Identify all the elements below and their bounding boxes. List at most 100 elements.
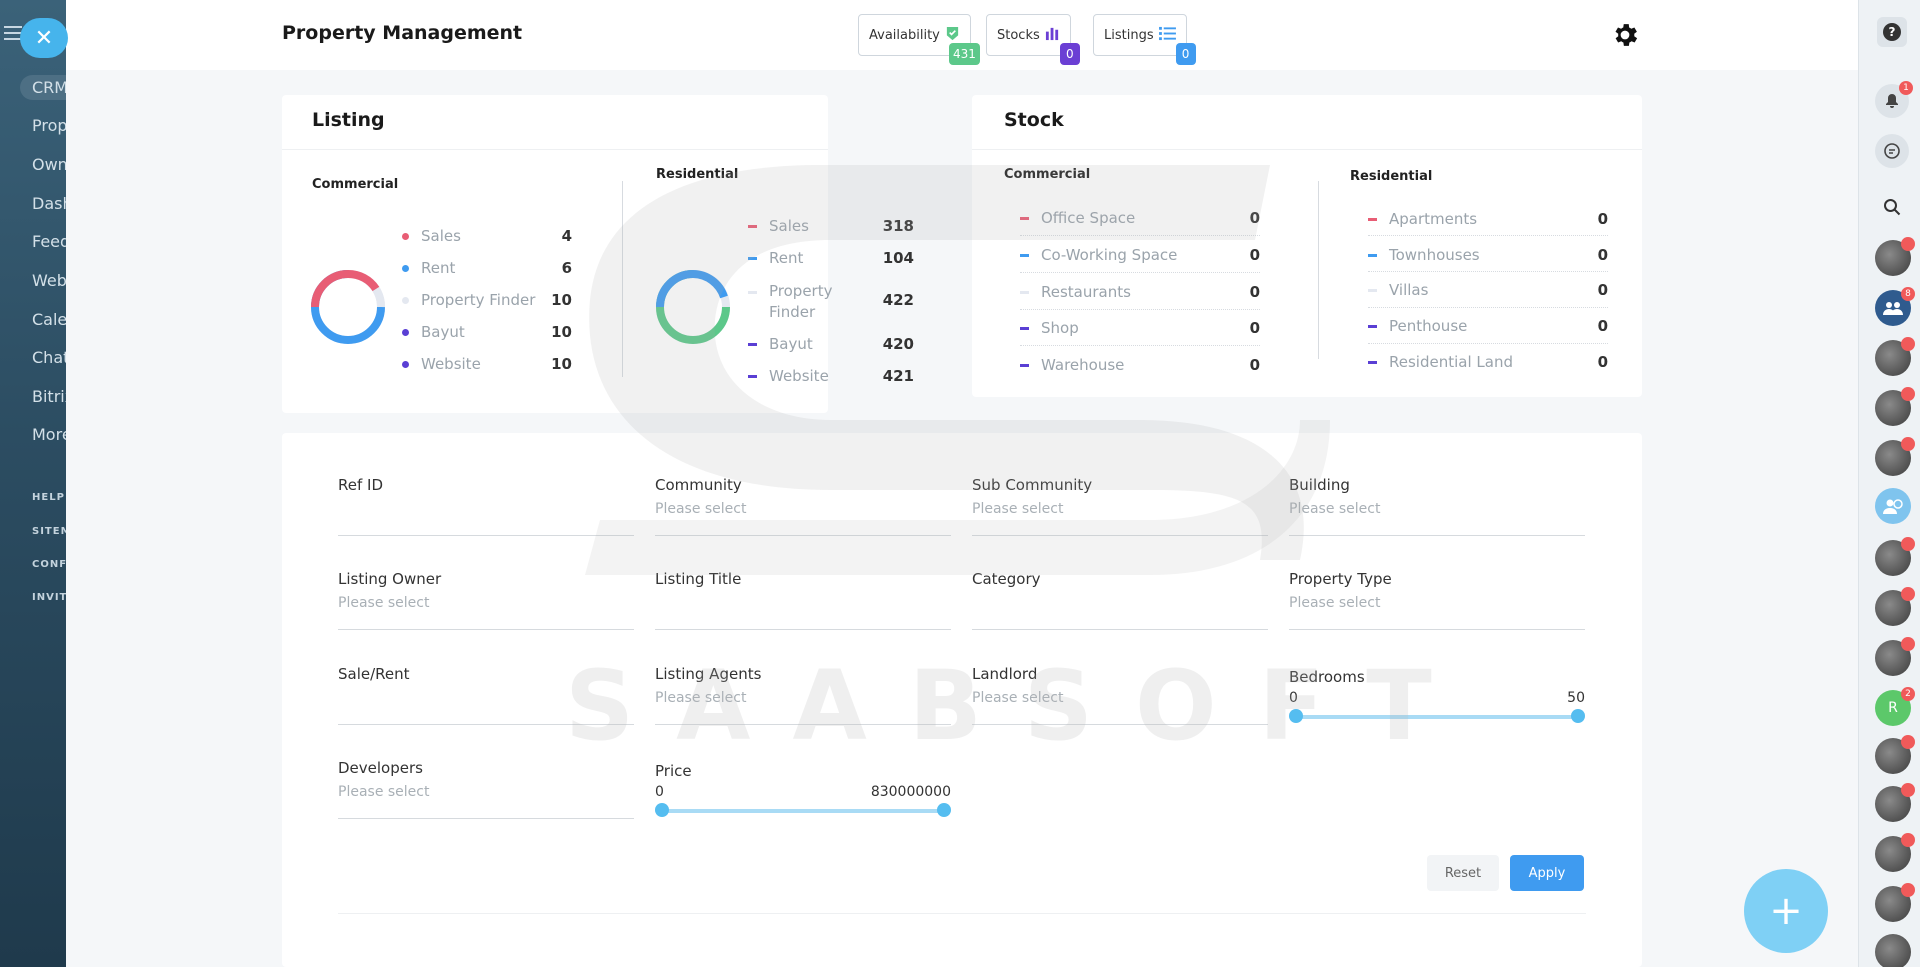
sidebar-item-web[interactable]: Web bbox=[32, 271, 66, 290]
property-type-field[interactable]: Property Type Please select bbox=[1289, 570, 1585, 630]
avatar[interactable] bbox=[1875, 783, 1915, 822]
listing-owner-field[interactable]: Listing Owner Please select bbox=[338, 570, 634, 630]
legend-dash bbox=[1368, 217, 1377, 221]
bedrooms-max-handle[interactable] bbox=[1571, 709, 1585, 723]
price-max: 830000000 bbox=[870, 784, 951, 800]
listings-button[interactable]: Listings 0 bbox=[1093, 14, 1196, 65]
avatar[interactable] bbox=[1875, 337, 1915, 376]
notification-badge: 1 bbox=[1899, 81, 1913, 95]
developers-field[interactable]: Developers Please select bbox=[338, 759, 634, 819]
listing-commercial-title: Commercial bbox=[312, 177, 399, 192]
sale-rent-field[interactable]: Sale/Rent bbox=[338, 665, 634, 725]
legend-dash bbox=[1020, 363, 1029, 367]
notifications-button[interactable]: 1 bbox=[1875, 81, 1913, 118]
add-button[interactable]: + bbox=[1744, 869, 1828, 953]
sidebar-item-more[interactable]: More bbox=[32, 425, 66, 444]
sidebar-item-calendar[interactable]: Cale bbox=[32, 310, 66, 329]
legend-dot bbox=[402, 328, 409, 336]
price-track[interactable] bbox=[659, 809, 947, 813]
sidebar-item-bitrix[interactable]: Bitrix bbox=[32, 387, 66, 406]
listing-residential-item: Website 421 bbox=[748, 367, 918, 385]
legend-dot bbox=[402, 264, 409, 272]
chat-search-button[interactable] bbox=[1875, 134, 1909, 168]
avatar[interactable] bbox=[1875, 237, 1915, 276]
reset-button[interactable]: Reset bbox=[1427, 855, 1499, 891]
legend-dash bbox=[1368, 288, 1377, 292]
legend-dash bbox=[748, 291, 757, 294]
avatar-r[interactable]: R 2 bbox=[1875, 687, 1915, 726]
sidebar-invite[interactable]: INVIT bbox=[32, 592, 66, 603]
bedrooms-track[interactable] bbox=[1293, 715, 1581, 719]
community-field[interactable]: Community Please select bbox=[655, 476, 951, 536]
avatar-badge bbox=[1901, 833, 1915, 847]
sidebar-item-dashboard[interactable]: Dash bbox=[32, 194, 66, 213]
avatar[interactable] bbox=[1875, 735, 1915, 774]
listing-agents-field[interactable]: Listing Agents Please select bbox=[655, 665, 951, 725]
listing-commercial-item: Property Finder 10 bbox=[402, 291, 572, 309]
sidebar-configure[interactable]: CONF bbox=[32, 559, 66, 570]
price-max-handle[interactable] bbox=[937, 803, 951, 817]
top-bar: Property Management Availability 431 Sto… bbox=[66, 0, 1858, 70]
ref-id-field[interactable]: Ref ID bbox=[338, 476, 634, 536]
apply-button[interactable]: Apply bbox=[1510, 855, 1584, 891]
avatar-badge bbox=[1901, 735, 1915, 749]
landlord-field[interactable]: Landlord Please select bbox=[972, 665, 1268, 725]
avatar[interactable] bbox=[1875, 934, 1911, 967]
divider bbox=[1368, 235, 1608, 236]
sidebar-help[interactable]: HELP bbox=[32, 492, 65, 503]
listing-commercial-item: Rent 6 bbox=[402, 259, 572, 277]
plus-icon: + bbox=[1769, 888, 1803, 934]
group-chat-avatar[interactable]: 8 bbox=[1875, 287, 1915, 326]
bedrooms-min-handle[interactable] bbox=[1289, 709, 1303, 723]
divider bbox=[1368, 307, 1608, 308]
legend-dash bbox=[748, 374, 757, 378]
category-field[interactable]: Category bbox=[972, 570, 1268, 630]
bedrooms-max: 50 bbox=[1567, 690, 1585, 706]
listing-commercial-donut bbox=[311, 269, 385, 344]
close-icon: ✕ bbox=[34, 25, 54, 51]
stocks-badge: 0 bbox=[1059, 43, 1080, 65]
group-badge: 8 bbox=[1901, 287, 1915, 301]
avatar[interactable] bbox=[1875, 637, 1915, 676]
avatar-badge bbox=[1901, 883, 1915, 897]
stocks-label: Stocks bbox=[997, 27, 1040, 43]
legend-dash bbox=[748, 342, 757, 346]
search-button[interactable] bbox=[1875, 190, 1909, 224]
contact-avatar[interactable] bbox=[1875, 488, 1911, 524]
divider bbox=[972, 149, 1642, 150]
avatar[interactable] bbox=[1875, 537, 1915, 576]
avatar[interactable] bbox=[1875, 883, 1915, 922]
stocks-button[interactable]: Stocks 0 bbox=[986, 14, 1080, 65]
listing-residential-donut bbox=[656, 269, 730, 344]
help-button[interactable]: ? bbox=[1877, 17, 1907, 47]
close-button[interactable]: ✕ bbox=[20, 18, 68, 58]
divider bbox=[622, 181, 623, 377]
listing-residential-title: Residential bbox=[656, 167, 739, 182]
listing-title-field[interactable]: Listing Title bbox=[655, 570, 951, 630]
sidebar-item-properties[interactable]: Prop bbox=[32, 116, 66, 135]
stock-residential-item: Villas 0 bbox=[1368, 281, 1608, 299]
price-min-handle[interactable] bbox=[655, 803, 669, 817]
avatar[interactable] bbox=[1875, 387, 1915, 426]
availability-button[interactable]: Availability 431 bbox=[858, 14, 980, 65]
listing-commercial-item: Website 10 bbox=[402, 355, 572, 373]
sidebar-sitemap[interactable]: SITEM bbox=[32, 526, 66, 537]
listings-label: Listings bbox=[1104, 27, 1154, 43]
price-label: Price bbox=[655, 762, 692, 780]
stock-commercial-title: Commercial bbox=[1004, 167, 1091, 182]
search-icon bbox=[1884, 199, 1901, 216]
legend-dash bbox=[1020, 216, 1029, 220]
sidebar-item-crm[interactable]: CRM bbox=[20, 75, 66, 100]
listing-residential-item: Property Finder 422 bbox=[748, 281, 918, 323]
sidebar-item-owners[interactable]: Own bbox=[32, 155, 66, 174]
building-field[interactable]: Building Please select bbox=[1289, 476, 1585, 536]
avatar[interactable] bbox=[1875, 587, 1915, 626]
avatar[interactable] bbox=[1875, 437, 1915, 476]
sub-community-field[interactable]: Sub Community Please select bbox=[972, 476, 1268, 536]
sidebar-item-feed[interactable]: Feed bbox=[32, 232, 66, 251]
price-range: Price 0 830000000 bbox=[655, 762, 951, 822]
legend-dash bbox=[1020, 326, 1029, 330]
avatar[interactable] bbox=[1875, 833, 1915, 872]
settings-gear-icon[interactable] bbox=[1610, 20, 1640, 50]
sidebar-item-chat[interactable]: Chat bbox=[32, 348, 66, 367]
